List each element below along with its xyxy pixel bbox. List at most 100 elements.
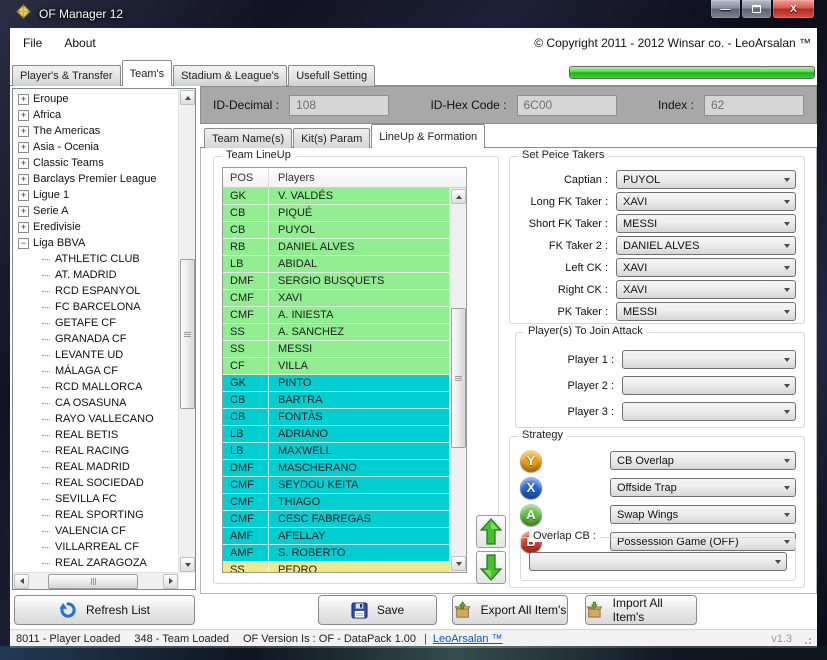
tree-item[interactable]: + Africa [14, 107, 178, 123]
tree-item[interactable]: + Asia - Ocenia [14, 139, 178, 155]
tree-expander-icon[interactable]: + [18, 142, 29, 153]
tree-hscrollbar-thumb[interactable] [48, 574, 138, 589]
set-piece-dropdown[interactable]: MESSI [616, 214, 796, 233]
lineup-row[interactable]: CMF THIAGO [223, 494, 449, 511]
tree-item[interactable]: VALENCIA CF [14, 523, 178, 539]
tree-item[interactable]: REAL RACING [14, 443, 178, 459]
tree-expander-icon[interactable]: + [18, 126, 29, 137]
set-piece-dropdown[interactable]: XAVI [616, 280, 796, 299]
tree-item[interactable]: FC BARCELONA [14, 299, 178, 315]
main-tab[interactable]: Usefull Setting [288, 65, 375, 86]
close-button[interactable]: X [772, 0, 815, 19]
tree-item[interactable]: RAYO VALLECANO [14, 411, 178, 427]
lineup-row[interactable]: LB MAXWELL [223, 443, 449, 460]
lineup-row[interactable]: CB BARTRA [223, 392, 449, 409]
tree-item[interactable]: MÁLAGA CF [14, 363, 178, 379]
lineup-col-players[interactable]: Players [269, 172, 315, 184]
tree-expander-icon[interactable]: − [18, 238, 29, 249]
refresh-list-button[interactable]: Refresh List [14, 595, 195, 625]
tree-item[interactable]: + Ligue 1 [14, 187, 178, 203]
lineup-row[interactable]: SS PEDRO [223, 562, 449, 572]
tree-item[interactable]: + Barclays Premier League [14, 171, 178, 187]
lineup-row[interactable]: RB DANIEL ALVES [223, 239, 449, 256]
tree-item[interactable]: LEVANTE UD [14, 347, 178, 363]
overlap-cb-dropdown[interactable] [529, 552, 787, 571]
lineup-row[interactable]: CMF A. INIESTA [223, 307, 449, 324]
tree-item[interactable]: RCD MALLORCA [14, 379, 178, 395]
menu-file[interactable]: File [14, 36, 51, 50]
tree-expander-icon[interactable]: + [18, 94, 29, 105]
set-piece-dropdown[interactable]: DANIEL ALVES [616, 236, 796, 255]
save-button[interactable]: Save [318, 595, 437, 625]
lineup-row[interactable]: CF VILLA [223, 358, 449, 375]
main-tab[interactable]: Stadium & League's [173, 65, 287, 86]
tree-expander-icon[interactable]: + [18, 206, 29, 217]
tree-item[interactable]: AT. MADRID [14, 267, 178, 283]
lineup-row[interactable]: CMF CESC FABREGAS [223, 511, 449, 528]
tree-expander-icon[interactable]: + [18, 174, 29, 185]
inner-tab[interactable]: Kit(s) Param [293, 128, 370, 148]
strategy-dropdown[interactable]: Offside Trap [610, 478, 796, 497]
tree-expander-icon[interactable]: + [18, 222, 29, 233]
tree-item[interactable]: RCD ESPANYOL [14, 283, 178, 299]
set-piece-dropdown[interactable]: MESSI [616, 302, 796, 321]
tree-item[interactable]: − Liga BBVA [14, 235, 178, 251]
tree-item[interactable]: ATHLETIC CLUB [14, 251, 178, 267]
lineup-row[interactable]: CMF XAVI [223, 290, 449, 307]
tree-item[interactable]: REAL MADRID [14, 459, 178, 475]
main-tab[interactable]: Player's & Transfer [12, 65, 121, 86]
tree-expander-icon[interactable]: + [18, 158, 29, 169]
scroll-right-arrow-icon[interactable] [163, 574, 178, 589]
lineup-row[interactable]: CB PUYOL [223, 222, 449, 239]
tree-item[interactable]: + Serie A [14, 203, 178, 219]
move-player-up-button[interactable] [476, 515, 506, 548]
import-all-button[interactable]: Import All Item's [585, 595, 697, 625]
minimize-button[interactable]: — [710, 0, 741, 19]
join-attack-dropdown[interactable] [622, 376, 796, 395]
resize-grip[interactable] [802, 635, 811, 644]
lineup-row[interactable]: SS A. SANCHEZ [223, 324, 449, 341]
inner-tab[interactable]: LineUp & Formation [371, 124, 485, 148]
lineup-scroll-down-icon[interactable] [451, 556, 466, 571]
lineup-row[interactable]: CB PIQUÉ [223, 205, 449, 222]
join-attack-dropdown[interactable] [622, 402, 796, 421]
lineup-row[interactable]: AMF S. ROBERTO [223, 545, 449, 562]
tree-expander-icon[interactable]: + [18, 110, 29, 121]
lineup-row[interactable]: GK V. VALDÉS [223, 188, 449, 205]
tree-item[interactable]: GETAFE CF [14, 315, 178, 331]
lineup-row[interactable]: LB ADRIANO [223, 426, 449, 443]
inner-tab[interactable]: Team Name(s) [204, 128, 292, 148]
lineup-row[interactable]: AMF AFELLAY [223, 528, 449, 545]
lineup-row[interactable]: SS MESSI [223, 341, 449, 358]
lineup-scroll-up-icon[interactable] [451, 189, 466, 204]
tree-item[interactable]: SEVILLA FC [14, 491, 178, 507]
scroll-down-arrow-icon[interactable] [180, 557, 195, 572]
lineup-row[interactable]: CB FONTÀS [223, 409, 449, 426]
scroll-up-arrow-icon[interactable] [180, 90, 195, 105]
lineup-col-pos[interactable]: POS [223, 168, 269, 187]
strategy-dropdown[interactable]: Swap Wings [610, 505, 796, 524]
tree-item[interactable]: REAL SOCIEDAD [14, 475, 178, 491]
tree-item[interactable]: REAL BETIS [14, 427, 178, 443]
tree-item[interactable]: REAL ZARAGOZA [14, 555, 178, 571]
tree-horizontal-scrollbar[interactable] [13, 572, 179, 589]
author-link[interactable]: LeoArsalan ™ [433, 633, 503, 645]
tree-item[interactable]: + Eroupe [14, 91, 178, 107]
lineup-vertical-scrollbar[interactable] [449, 188, 466, 572]
menu-about[interactable]: About [55, 36, 104, 50]
tree-item[interactable]: GRANADA CF [14, 331, 178, 347]
tree-vertical-scrollbar[interactable] [178, 89, 195, 573]
lineup-row[interactable]: DMF MASCHERANO [223, 460, 449, 477]
tree-scrollbar-thumb[interactable] [180, 259, 195, 409]
maximize-button[interactable] [741, 0, 772, 19]
scroll-left-arrow-icon[interactable] [14, 574, 29, 589]
tree-expander-icon[interactable]: + [18, 190, 29, 201]
lineup-scrollbar-thumb[interactable] [451, 308, 466, 448]
tree-item[interactable]: CA OSASUNA [14, 395, 178, 411]
lineup-row[interactable]: CMF SEYDOU KEITA [223, 477, 449, 494]
tree-item[interactable]: VILLARREAL CF [14, 539, 178, 555]
tree-item[interactable]: + The Americas [14, 123, 178, 139]
tree-item[interactable]: + Classic Teams [14, 155, 178, 171]
export-all-button[interactable]: Export All Item's [452, 595, 568, 625]
tree-item[interactable]: + Eredivisie [14, 219, 178, 235]
